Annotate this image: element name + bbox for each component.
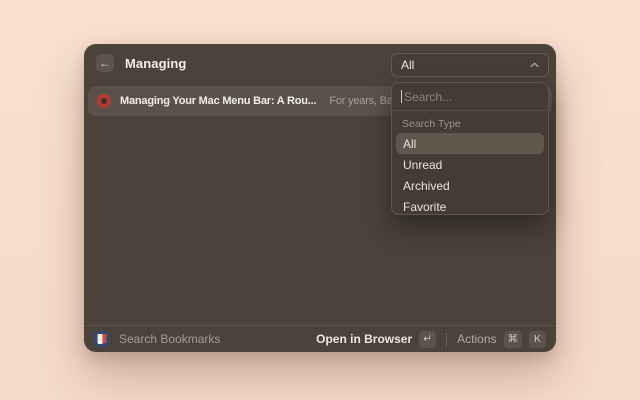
dropdown-option-all[interactable]: All (396, 133, 544, 154)
dropdown-option-unread[interactable]: Unread (396, 154, 544, 175)
return-key-badge: ↵ (419, 331, 436, 348)
dropdown-search-placeholder: Search... (404, 90, 452, 104)
text-cursor (401, 90, 402, 103)
footer-actions: Open in Browser ↵ Actions ⌘ K (316, 331, 546, 348)
command-key-badge: ⌘ (504, 331, 523, 348)
status-bar: Search Bookmarks Open in Browser ↵ Actio… (84, 325, 556, 352)
desktop-background: ← Managing All Managing Your Mac Menu Ba… (0, 0, 640, 400)
chevron-up-icon (530, 62, 539, 68)
bookmarks-app-icon (94, 331, 110, 347)
back-button[interactable]: ← (96, 54, 114, 72)
search-type-select[interactable]: All (391, 53, 549, 77)
actions-button[interactable]: Actions (457, 332, 496, 346)
dropdown-section-label: Search Type (392, 111, 548, 133)
back-arrow-icon: ← (99, 57, 111, 69)
dropdown-option-archived[interactable]: Archived (396, 175, 544, 196)
bookmark-favicon-icon (97, 94, 111, 108)
dropdown-search-input[interactable]: Search... (392, 83, 548, 111)
dropdown-option-favorite[interactable]: Favorite (396, 196, 544, 215)
search-type-dropdown-panel: Search... Search Type All Unread Archive… (391, 82, 549, 215)
search-type-selected-value: All (401, 58, 414, 72)
search-query-text[interactable]: Managing (125, 56, 186, 71)
launcher-window: ← Managing All Managing Your Mac Menu Ba… (84, 44, 556, 352)
k-key-badge: K (529, 331, 546, 348)
command-name: Search Bookmarks (119, 332, 220, 346)
footer-divider (446, 333, 447, 346)
bookmark-title: Managing Your Mac Menu Bar: A Rou... (120, 95, 316, 107)
open-in-browser-button[interactable]: Open in Browser (316, 332, 412, 346)
